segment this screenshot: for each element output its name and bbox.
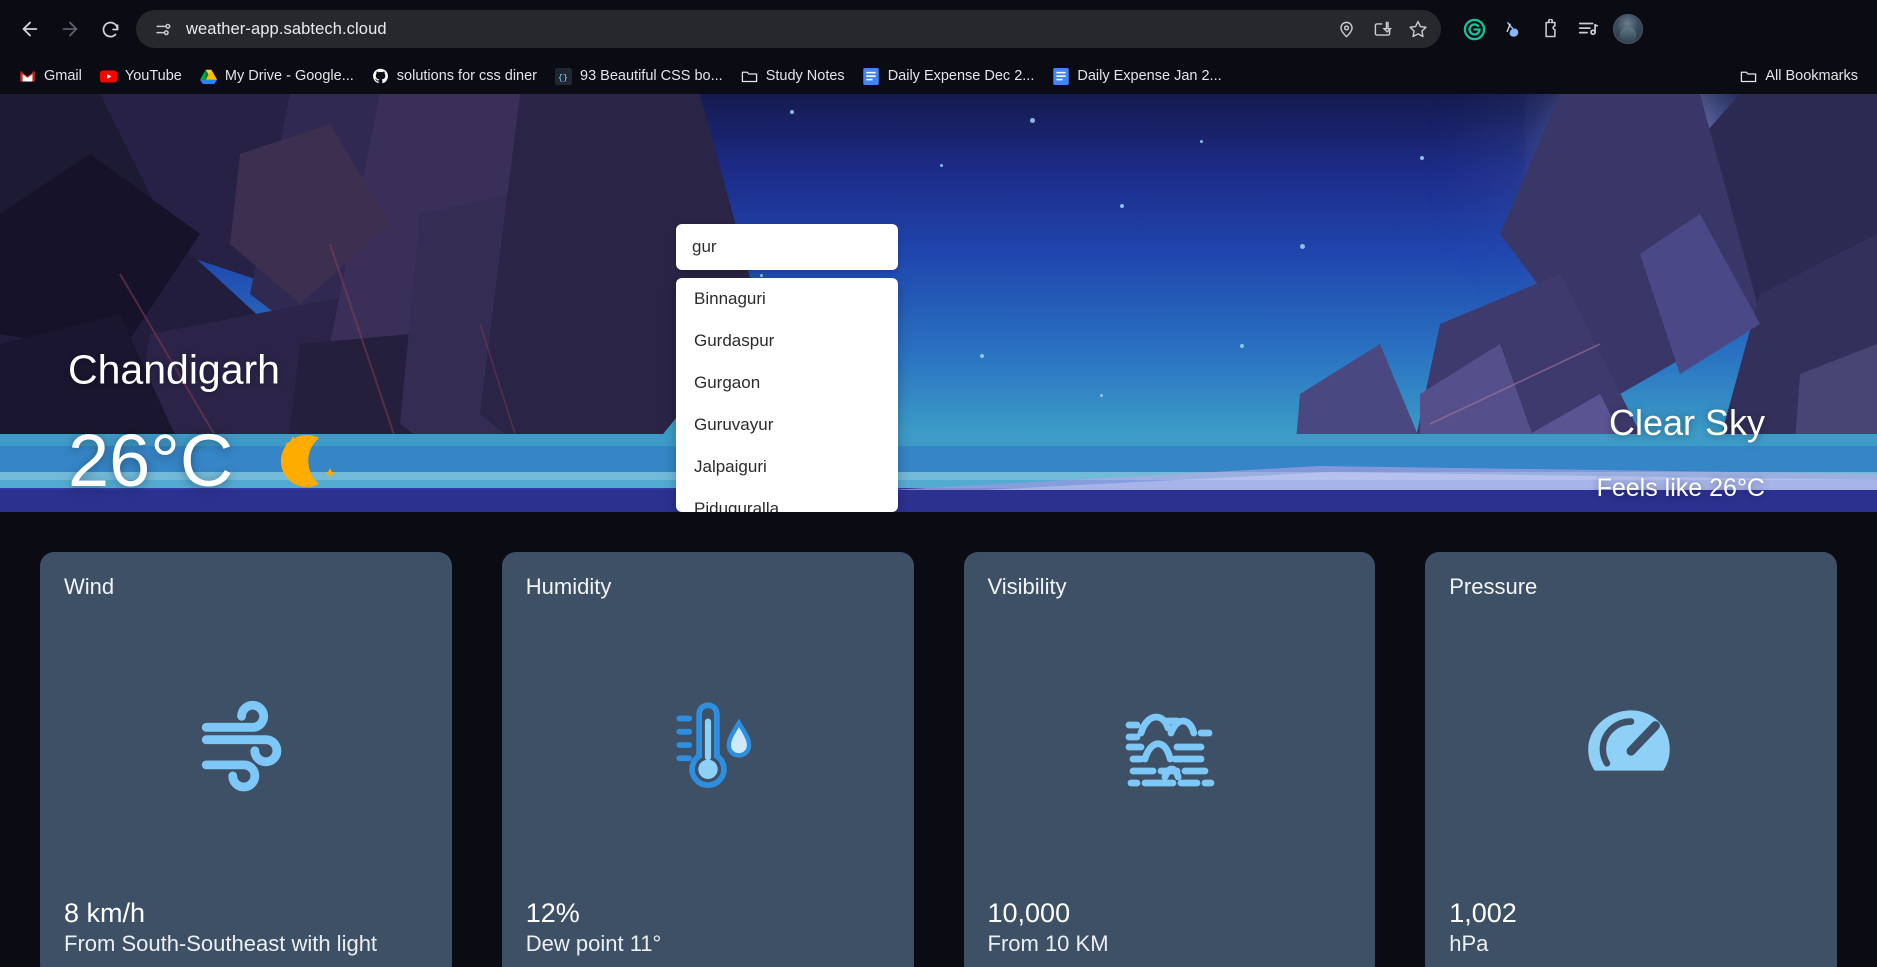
suggestion-item[interactable]: Gurgaon — [676, 362, 898, 404]
folder-icon — [1740, 68, 1757, 85]
humidity-thermometer-icon — [526, 600, 890, 898]
location-pin-icon[interactable] — [1331, 14, 1361, 44]
youtube-icon — [99, 68, 117, 85]
card-value: 12% — [525, 897, 580, 928]
card-wind: Wind 8 km/h From South-Southeast with li… — [40, 552, 452, 967]
bookmark-item[interactable]: Study Notes — [732, 64, 854, 89]
pressure-gauge-icon — [1449, 600, 1813, 898]
all-bookmarks-label: All Bookmarks — [1765, 68, 1858, 84]
browser-chrome: weather-app.sabtech.cloud Gmail YouTube … — [0, 0, 1877, 94]
suggestion-item[interactable]: Binnaguri — [676, 278, 898, 320]
suggestion-item[interactable]: Piduguralla — [676, 488, 898, 512]
gmail-icon — [19, 68, 36, 85]
bookmark-label: 93 Beautiful CSS bo... — [580, 68, 723, 84]
card-pressure: Pressure 1,002 hPa — [1425, 552, 1837, 967]
city-search: Binnaguri Gurdaspur Gurgaon Guruvayur Ja… — [676, 224, 898, 512]
bookmark-label: Daily Expense Jan 2... — [1077, 68, 1222, 84]
suggestion-item[interactable]: Jalpaiguri — [676, 446, 898, 488]
bookmark-label: Gmail — [44, 68, 82, 84]
svg-text:{}: {} — [558, 73, 568, 83]
all-bookmarks-button[interactable]: All Bookmarks — [1731, 64, 1867, 89]
bookmark-item[interactable]: Daily Expense Jan 2... — [1043, 64, 1230, 89]
url-text: weather-app.sabtech.cloud — [186, 19, 387, 38]
google-drive-icon — [199, 68, 217, 85]
card-subtext: From 10 KM — [987, 930, 1109, 956]
bookmark-star-icon[interactable] — [1403, 14, 1433, 44]
reading-list-icon[interactable] — [1571, 12, 1605, 46]
bookmark-label: Study Notes — [765, 68, 845, 84]
bookmark-item[interactable]: My Drive - Google... — [191, 64, 363, 89]
card-title: Visibility — [987, 574, 1067, 599]
bookmark-item[interactable]: {} 93 Beautiful CSS bo... — [546, 64, 732, 89]
card-title: Wind — [64, 574, 115, 599]
install-app-icon[interactable] — [1367, 14, 1397, 44]
card-value: 8 km/h — [64, 897, 146, 928]
site-settings-icon[interactable] — [150, 16, 176, 42]
bookmark-item[interactable]: Gmail — [10, 64, 91, 89]
card-subtext: hPa — [1449, 930, 1489, 956]
crescent-moon-icon — [267, 424, 341, 498]
bookmark-item[interactable]: solutions for css diner — [363, 64, 546, 89]
card-value: 1,002 — [1449, 897, 1517, 928]
forward-arrow-icon[interactable] — [50, 9, 90, 49]
bookmark-label: YouTube — [124, 68, 182, 84]
weather-detail-cards: Wind 8 km/h From South-Southeast with li… — [0, 512, 1877, 967]
folder-icon — [741, 68, 758, 85]
search-suggestions-list[interactable]: Binnaguri Gurdaspur Gurgaon Guruvayur Ja… — [676, 278, 898, 512]
grammarly-icon[interactable] — [1457, 12, 1491, 46]
visibility-fog-icon — [988, 600, 1352, 898]
bookmark-label: solutions for css diner — [396, 68, 538, 84]
bookmark-item[interactable]: YouTube — [91, 64, 191, 89]
back-arrow-icon[interactable] — [10, 9, 50, 49]
bookmark-label: Daily Expense Dec 2... — [887, 68, 1035, 84]
bookmark-label: My Drive - Google... — [224, 68, 354, 84]
temperature-row: 26°C — [68, 424, 341, 498]
current-temperature: 26°C — [68, 419, 234, 502]
card-subtext: Dew point 11° — [525, 930, 662, 956]
browser-toolbar: weather-app.sabtech.cloud — [0, 0, 1877, 58]
codepen-icon: {} — [555, 67, 573, 85]
reload-icon[interactable] — [90, 9, 130, 49]
extensions-puzzle-icon[interactable] — [1533, 12, 1567, 46]
card-visibility: Visibility 10,000 From 10 KM — [963, 552, 1376, 967]
card-value: 10,000 — [987, 897, 1071, 928]
weather-condition: Clear Sky — [1608, 402, 1765, 443]
city-name: Chandigarh — [68, 346, 280, 393]
feels-like-temperature: Feels like 26°C — [1596, 474, 1765, 502]
card-title: Pressure — [1449, 574, 1538, 599]
card-subtext: From South-Southeast with light — [64, 930, 378, 956]
card-humidity: Humidity 12% Dew point 11° — [501, 552, 914, 967]
search-input[interactable] — [676, 224, 898, 270]
github-icon — [372, 68, 389, 85]
suggestion-item[interactable]: Gurdaspur — [676, 320, 898, 362]
address-bar[interactable]: weather-app.sabtech.cloud — [136, 10, 1441, 48]
card-title: Humidity — [525, 574, 612, 599]
profile-avatar[interactable] — [1613, 14, 1643, 44]
extension-blue-icon[interactable] — [1495, 12, 1529, 46]
google-docs-icon — [863, 67, 880, 85]
bookmarks-bar: Gmail YouTube My Drive - Google... solut… — [0, 58, 1877, 94]
wind-icon — [64, 600, 428, 898]
bookmark-item[interactable]: Daily Expense Dec 2... — [854, 64, 1044, 89]
google-docs-icon — [1052, 67, 1069, 85]
suggestion-item[interactable]: Guruvayur — [676, 404, 898, 446]
extension-icons — [1451, 12, 1643, 46]
weather-hero: Chandigarh 26°C High: 26°C Low: 12°C Cle… — [0, 94, 1877, 512]
